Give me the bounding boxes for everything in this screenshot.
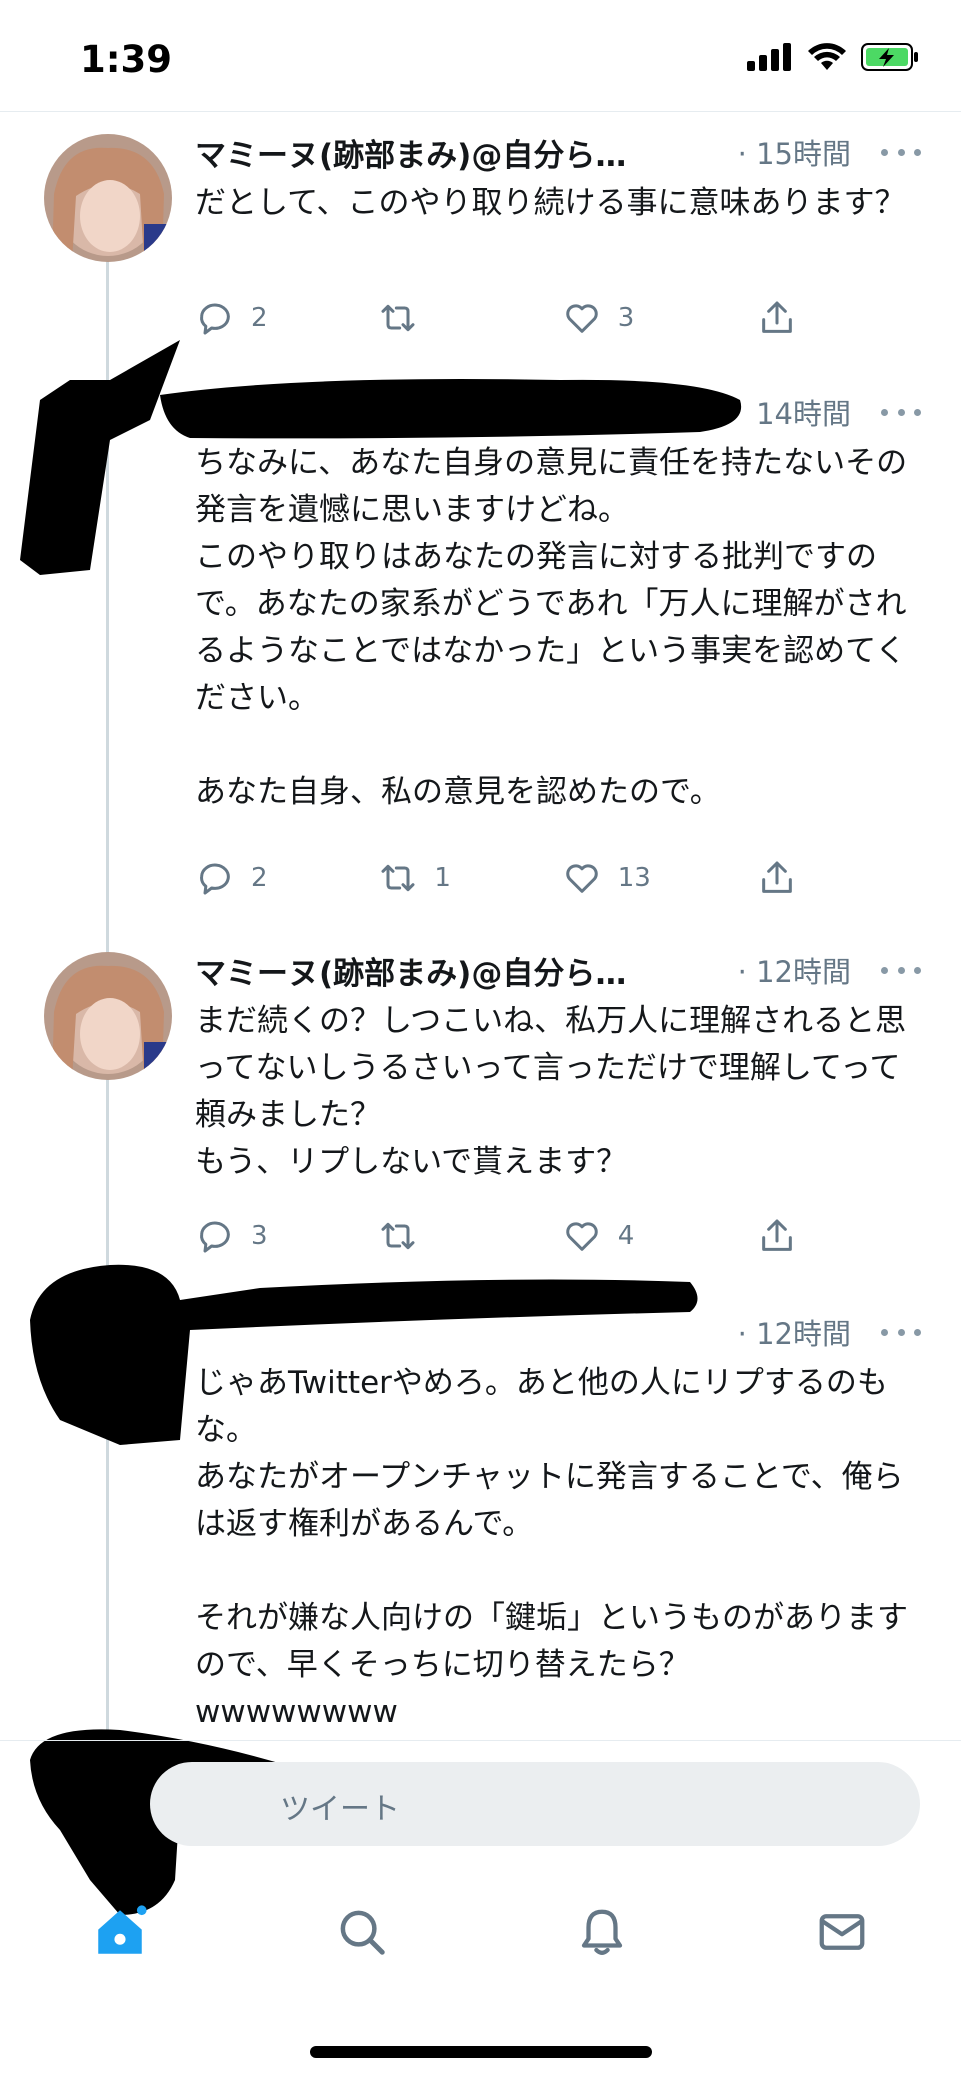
mail-icon — [819, 1914, 865, 1950]
tab-search[interactable] — [332, 1902, 392, 1962]
bell-icon — [581, 1909, 623, 1955]
tab-notifications[interactable] — [572, 1902, 632, 1962]
bottom-tab-bar — [0, 1870, 961, 1990]
tab-messages[interactable] — [812, 1902, 872, 1962]
compose-placeholder: ツイート — [280, 1792, 400, 1827]
compose-divider — [0, 1740, 961, 1741]
tweet-compose-input[interactable]: ツイート — [150, 1762, 920, 1846]
search-icon — [340, 1910, 385, 1955]
tab-home[interactable] — [90, 1902, 150, 1962]
home-icon — [98, 1905, 147, 1954]
home-indicator — [310, 2046, 652, 2058]
